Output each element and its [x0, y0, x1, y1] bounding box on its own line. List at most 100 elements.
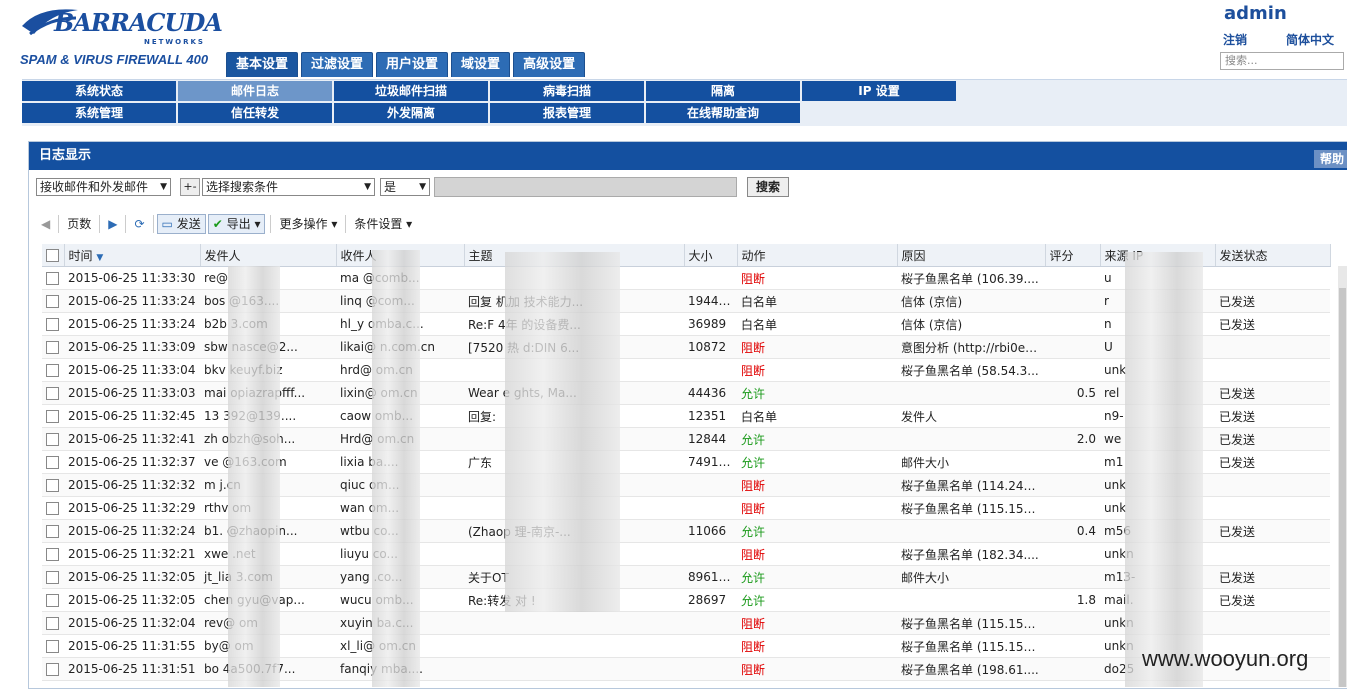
row-checkbox[interactable] [42, 381, 64, 405]
nav-trusted-relay[interactable]: 信任转发 [178, 103, 332, 123]
global-search-input[interactable]: 搜索... [1220, 52, 1344, 70]
vertical-scrollbar[interactable] [1338, 266, 1347, 687]
export-icon: ✔ [212, 217, 223, 231]
row-checkbox[interactable] [42, 611, 64, 635]
row-checkbox[interactable] [42, 542, 64, 566]
row-checkbox[interactable] [42, 450, 64, 474]
dropdown-arrow-icon: ▼ [419, 182, 426, 192]
nav-virus-scan[interactable]: 病毒扫描 [490, 81, 644, 101]
nav-quarantine[interactable]: 隔离 [646, 81, 800, 101]
language-link[interactable]: 简体中文 [1286, 31, 1334, 48]
row-checkbox[interactable] [42, 312, 64, 336]
col-score[interactable]: 评分 [1045, 244, 1101, 267]
more-actions-menu[interactable]: 更多操作 ▾ [274, 214, 342, 234]
row-checkbox[interactable] [42, 565, 64, 589]
cell-size [684, 496, 737, 520]
cell-score [1045, 657, 1100, 681]
add-remove-condition-button[interactable]: +- [180, 178, 200, 196]
row-checkbox[interactable] [42, 496, 64, 520]
row-checkbox[interactable] [42, 358, 64, 382]
scrollbar-thumb[interactable] [1339, 288, 1346, 687]
nav-online-help[interactable]: 在线帮助查询 [646, 103, 800, 123]
cell-action: 阻断 [737, 496, 897, 520]
tab-basic-settings[interactable]: 基本设置 [226, 52, 299, 77]
row-checkbox[interactable] [42, 588, 64, 612]
nav-reports[interactable]: 报表管理 [490, 103, 644, 123]
cell-time: 2015-06-25 11:33:30 [64, 266, 200, 290]
tab-user-settings[interactable]: 用户设置 [376, 52, 449, 77]
next-page-icon[interactable]: ▶ [103, 214, 122, 234]
cell-reason [897, 427, 1045, 451]
cell-size [684, 542, 737, 566]
cell-status [1215, 611, 1330, 635]
product-name: SPAM & VIRUS FIREWALL 400 [20, 52, 209, 67]
row-checkbox[interactable] [42, 473, 64, 497]
cell-score [1045, 611, 1100, 635]
cell-status: 已发送 [1215, 289, 1330, 313]
help-button[interactable]: 帮助 [1313, 150, 1347, 168]
nav-mail-log[interactable]: 邮件日志 [178, 81, 332, 101]
refresh-icon[interactable]: ⟳ [129, 214, 149, 234]
cell-reason [897, 381, 1045, 405]
row-checkbox[interactable] [42, 427, 64, 451]
cell-action: 阻断 [737, 542, 897, 566]
cell-status [1215, 335, 1330, 359]
row-checkbox[interactable] [42, 657, 64, 681]
tab-advanced-settings[interactable]: 高级设置 [513, 52, 586, 77]
nav-system-management[interactable]: 系统管理 [22, 103, 176, 123]
cell-time: 2015-06-25 11:32:32 [64, 473, 200, 497]
cell-status [1215, 473, 1330, 497]
col-from[interactable]: 发件人 [200, 244, 337, 267]
row-checkbox[interactable] [42, 634, 64, 658]
nav-spam-scan[interactable]: 垃圾邮件扫描 [334, 81, 488, 101]
search-condition-select[interactable]: 选择搜索条件 ▼ [202, 178, 375, 196]
grid-toolbar: ◀ 页数 ▶ ⟳ ▭ 发送 ✔ 导出 ▾ 更多操作 ▾ 条件设置 ▾ [36, 211, 1336, 237]
condition-settings-menu[interactable]: 条件设置 ▾ [349, 214, 417, 234]
cell-size: 11066 [684, 519, 737, 543]
col-size[interactable]: 大小 [684, 244, 738, 267]
cell-time: 2015-06-25 11:33:04 [64, 358, 200, 382]
row-checkbox[interactable] [42, 404, 64, 428]
cell-action: 允许 [737, 450, 897, 474]
cell-score: 1.8 [1045, 588, 1100, 612]
search-button[interactable]: 搜索 [747, 177, 790, 197]
cell-size: 749155 [684, 450, 737, 474]
select-all-checkbox[interactable] [42, 244, 65, 267]
send-button[interactable]: ▭ 发送 [156, 214, 206, 234]
mail-type-select[interactable]: 接收邮件和外发邮件 ▼ [36, 178, 171, 196]
main-tabs: 基本设置 过滤设置 用户设置 域设置 高级设置 [226, 52, 586, 77]
col-reason[interactable]: 原因 [897, 244, 1046, 267]
prev-page-icon[interactable]: ◀ [36, 214, 55, 234]
export-button[interactable]: ✔ 导出 ▾ [207, 214, 266, 234]
row-checkbox[interactable] [42, 266, 64, 290]
cell-status [1215, 496, 1330, 520]
operator-select[interactable]: 是 ▼ [380, 178, 430, 196]
cell-reason: 桜子鱼黑名单 (115.153... [897, 634, 1045, 658]
cell-action: 阻断 [737, 611, 897, 635]
cell-score: 2.0 [1045, 427, 1100, 451]
search-value-input[interactable] [434, 177, 737, 197]
username: admin [1224, 3, 1287, 24]
nav-ip-settings[interactable]: IP 设置 [802, 81, 956, 101]
cell-time: 2015-06-25 11:32:05 [64, 565, 200, 589]
row-checkbox[interactable] [42, 519, 64, 543]
cell-score [1045, 358, 1100, 382]
cell-score [1045, 473, 1100, 497]
col-action[interactable]: 动作 [737, 244, 898, 267]
nav-system-status[interactable]: 系统状态 [22, 81, 176, 101]
row-checkbox[interactable] [42, 335, 64, 359]
cell-time: 2015-06-25 11:33:24 [64, 289, 200, 313]
cell-action: 允许 [737, 588, 897, 612]
cell-score [1045, 450, 1100, 474]
logout-link[interactable]: 注销 [1223, 31, 1247, 48]
col-delivery-status[interactable]: 发送状态 [1215, 244, 1331, 267]
tab-filter-settings[interactable]: 过滤设置 [301, 52, 374, 77]
cell-time: 2015-06-25 11:32:05 [64, 588, 200, 612]
cell-action: 阻断 [737, 634, 897, 658]
tab-domain-settings[interactable]: 域设置 [451, 52, 511, 77]
cell-reason: 邮件大小 [897, 565, 1045, 589]
nav-outbound-quarantine[interactable]: 外发隔离 [334, 103, 488, 123]
cell-score [1045, 542, 1100, 566]
row-checkbox[interactable] [42, 289, 64, 313]
col-time[interactable]: 时间 ▼ [64, 244, 201, 267]
